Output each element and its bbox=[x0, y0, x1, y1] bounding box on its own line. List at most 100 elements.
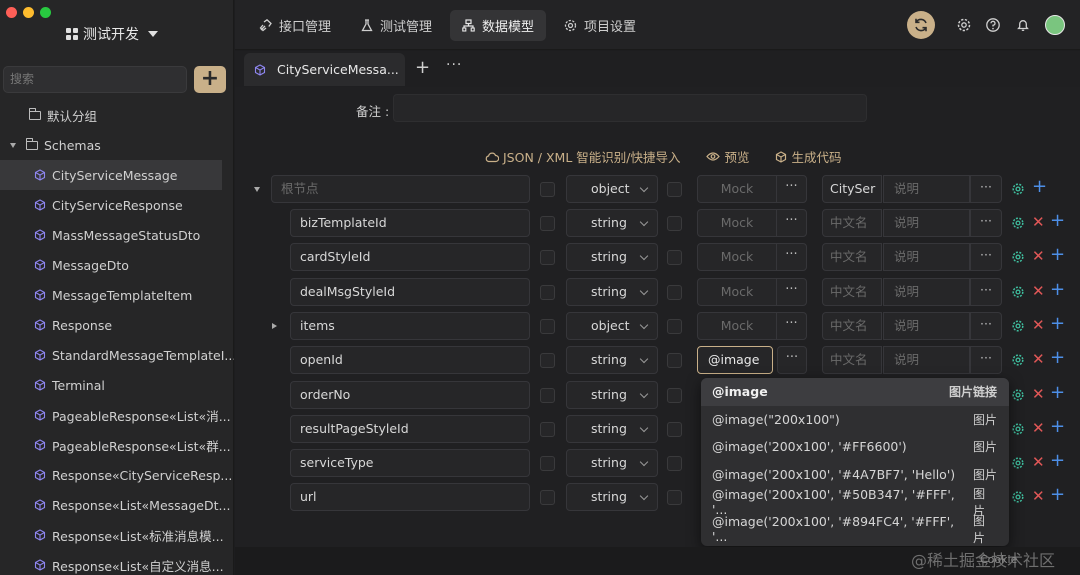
schema-item[interactable]: Terminal bbox=[0, 370, 234, 400]
type-select[interactable]: string bbox=[566, 414, 658, 443]
gear-icon[interactable] bbox=[1011, 285, 1025, 299]
delete-field-button[interactable]: ✕ bbox=[1032, 453, 1045, 471]
add-sibling-button[interactable]: + bbox=[1050, 484, 1065, 505]
zoom-window-button[interactable] bbox=[40, 7, 51, 18]
mock-input[interactable]: @image bbox=[697, 346, 773, 375]
schema-item[interactable]: Response bbox=[0, 310, 234, 340]
collapse-arrow-icon[interactable] bbox=[254, 187, 260, 192]
gear-icon[interactable] bbox=[1011, 250, 1025, 264]
chinese-name-input[interactable]: 中文名 bbox=[822, 209, 882, 237]
required-checkbox[interactable] bbox=[540, 490, 555, 506]
gear-icon[interactable] bbox=[1011, 456, 1025, 470]
delete-field-button[interactable]: ✕ bbox=[1032, 247, 1045, 265]
mock-more-button[interactable]: ··· bbox=[776, 210, 807, 236]
schema-item[interactable]: Response«List«自定义消息... bbox=[0, 550, 234, 575]
add-child-button[interactable]: + bbox=[1032, 176, 1047, 197]
field-name-input[interactable]: bizTemplateId bbox=[290, 209, 530, 237]
mock-input[interactable]: Mock bbox=[698, 244, 776, 270]
gear-icon[interactable] bbox=[1011, 388, 1025, 402]
gear-icon[interactable] bbox=[1011, 319, 1025, 333]
description-more-button[interactable]: ··· bbox=[970, 346, 1002, 375]
close-window-button[interactable] bbox=[6, 7, 17, 18]
delete-field-button[interactable]: ✕ bbox=[1032, 213, 1045, 231]
mock-input[interactable]: Mock bbox=[698, 176, 776, 202]
required-checkbox[interactable] bbox=[540, 387, 555, 403]
generate-code-button[interactable]: 生成代码 bbox=[775, 147, 842, 166]
type-select[interactable]: string bbox=[566, 209, 658, 237]
add-sibling-button[interactable]: + bbox=[1050, 347, 1065, 368]
mock-more-button[interactable]: ··· bbox=[776, 244, 807, 270]
nullable-checkbox[interactable] bbox=[667, 387, 682, 403]
tab-test-management[interactable]: 测试管理 bbox=[349, 10, 444, 41]
tab-project-settings[interactable]: 项目设置 bbox=[552, 10, 648, 41]
chinese-name-input[interactable]: 中文名 bbox=[822, 277, 882, 306]
type-select[interactable]: string bbox=[566, 483, 658, 512]
bell-icon[interactable] bbox=[1015, 17, 1031, 33]
help-icon[interactable] bbox=[985, 17, 1001, 33]
description-input[interactable]: 说明 bbox=[883, 175, 970, 203]
field-name-input[interactable]: url bbox=[290, 483, 530, 512]
delete-field-button[interactable]: ✕ bbox=[1032, 316, 1045, 334]
schema-item[interactable]: Response«List«标准消息模... bbox=[0, 520, 234, 550]
add-sibling-button[interactable]: + bbox=[1050, 313, 1065, 334]
schema-item[interactable]: Response«List«MessageDt... bbox=[0, 490, 234, 520]
nullable-checkbox[interactable] bbox=[667, 216, 682, 231]
required-checkbox[interactable] bbox=[540, 250, 555, 266]
suggestion-option[interactable]: @image 图片链接 bbox=[701, 378, 1009, 406]
search-input[interactable]: 搜索 bbox=[3, 66, 187, 93]
required-checkbox[interactable] bbox=[540, 182, 555, 197]
nullable-checkbox[interactable] bbox=[667, 421, 682, 437]
sync-button[interactable] bbox=[907, 11, 935, 39]
suggestion-option[interactable]: @image("200x100") 图片 bbox=[701, 406, 1009, 434]
field-name-input[interactable]: items bbox=[290, 311, 530, 340]
delete-field-button[interactable]: ✕ bbox=[1032, 350, 1045, 368]
minimize-window-button[interactable] bbox=[23, 7, 34, 18]
avatar[interactable] bbox=[1045, 15, 1065, 35]
description-more-button[interactable]: ··· bbox=[970, 243, 1002, 272]
field-name-input[interactable]: dealMsgStyleId bbox=[290, 277, 530, 306]
add-sibling-button[interactable]: + bbox=[1050, 416, 1065, 437]
suggestion-option[interactable]: @image('200x100', '#FF6600') 图片 bbox=[701, 433, 1009, 461]
required-checkbox[interactable] bbox=[540, 353, 555, 369]
gear-icon[interactable] bbox=[1011, 182, 1025, 196]
field-name-input[interactable]: cardStyleId bbox=[290, 243, 530, 272]
nullable-checkbox[interactable] bbox=[667, 456, 682, 472]
preview-button[interactable]: 预览 bbox=[706, 147, 749, 166]
expand-arrow-icon[interactable] bbox=[272, 322, 277, 329]
schema-item[interactable]: CityServiceResponse bbox=[0, 190, 234, 220]
delete-field-button[interactable]: ✕ bbox=[1032, 487, 1045, 505]
required-checkbox[interactable] bbox=[540, 421, 555, 437]
delete-field-button[interactable]: ✕ bbox=[1032, 385, 1045, 403]
required-checkbox[interactable] bbox=[540, 318, 555, 334]
gear-icon[interactable] bbox=[1011, 490, 1025, 504]
more-tabs-button[interactable]: ··· bbox=[446, 57, 462, 73]
gear-icon[interactable] bbox=[956, 17, 972, 33]
description-more-button[interactable]: ··· bbox=[970, 277, 1002, 306]
description-more-button[interactable]: ··· bbox=[970, 209, 1002, 237]
description-input[interactable]: 说明 bbox=[883, 311, 970, 340]
chinese-name-input[interactable]: CitySer bbox=[822, 175, 882, 203]
schema-item[interactable]: PageableResponse«List«群... bbox=[0, 430, 234, 460]
doc-tab-active[interactable]: CityServiceMessa... bbox=[244, 53, 405, 86]
delete-field-button[interactable]: ✕ bbox=[1032, 282, 1045, 300]
nullable-checkbox[interactable] bbox=[667, 353, 682, 369]
description-input[interactable]: 说明 bbox=[883, 209, 970, 237]
mock-more-button[interactable]: ··· bbox=[776, 176, 807, 202]
mock-input[interactable]: Mock bbox=[698, 210, 776, 236]
gear-icon[interactable] bbox=[1011, 422, 1025, 436]
chinese-name-input[interactable]: 中文名 bbox=[822, 346, 882, 375]
suggestion-option[interactable]: @image('200x100', '#894FC4', '#FFF', '..… bbox=[701, 514, 1009, 545]
type-select[interactable]: string bbox=[566, 346, 658, 375]
nullable-checkbox[interactable] bbox=[667, 318, 682, 334]
new-tab-button[interactable]: + bbox=[415, 57, 430, 78]
type-select[interactable]: object bbox=[566, 311, 658, 340]
mock-more-button[interactable]: ··· bbox=[776, 313, 807, 339]
add-sibling-button[interactable]: + bbox=[1050, 382, 1065, 403]
mock-more-button[interactable]: ··· bbox=[777, 346, 807, 375]
chinese-name-input[interactable]: 中文名 bbox=[822, 311, 882, 340]
add-sibling-button[interactable]: + bbox=[1050, 210, 1065, 231]
import-button[interactable]: JSON / XML 智能识别/快捷导入 bbox=[485, 147, 680, 166]
schema-item[interactable]: Response«CityServiceResp... bbox=[0, 460, 234, 490]
required-checkbox[interactable] bbox=[540, 284, 555, 300]
type-select[interactable]: string bbox=[566, 449, 658, 478]
